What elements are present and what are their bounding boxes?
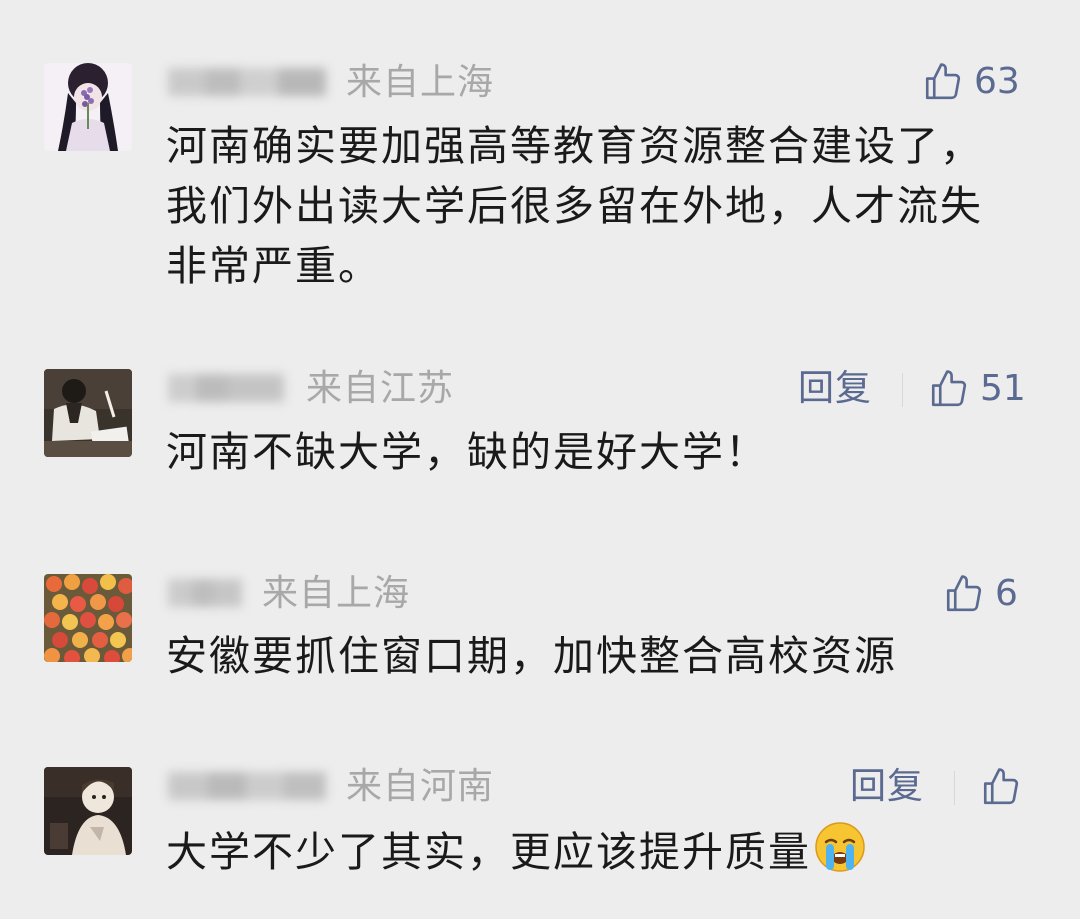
divider — [902, 373, 903, 407]
avatar[interactable] — [44, 369, 132, 457]
like-button[interactable] — [980, 765, 1022, 809]
username-blurred[interactable] — [168, 62, 328, 102]
comment-location: 来自上海 — [346, 62, 495, 103]
thumbs-up-icon — [931, 370, 967, 407]
thumbs-up-icon — [925, 63, 961, 100]
like-count: 6 — [995, 573, 1018, 614]
thumbs-up-icon — [946, 575, 982, 612]
like-count: 51 — [980, 368, 1026, 409]
reply-button[interactable]: 回复 — [850, 765, 924, 809]
comment-text: 河南确实要加强高等教育资源整合建设了，我们外出读大学后很多留在外地，人才流失非常… — [166, 122, 983, 290]
comment-location: 来自河南 — [346, 766, 495, 807]
like-button[interactable]: 51 — [928, 367, 1026, 411]
avatar-student-desk-icon — [44, 369, 132, 457]
comment-location: 来自江苏 — [306, 368, 455, 409]
username-blurred[interactable] — [168, 766, 328, 806]
crying-face-emoji-icon — [813, 820, 867, 890]
avatar[interactable] — [44, 767, 132, 855]
username-blurred[interactable] — [168, 368, 286, 408]
comment-location: 来自上海 — [262, 573, 411, 614]
comment-text: 大学不少了其实，更应该提升质量 — [166, 820, 1026, 890]
avatar[interactable] — [44, 574, 132, 662]
comment-text: 安徽要抓住窗口期，加快整合高校资源 — [166, 632, 897, 680]
like-button[interactable]: 6 — [943, 572, 1018, 616]
comment-text: 河南不缺大学，缺的是好大学！ — [166, 428, 768, 476]
divider — [954, 771, 955, 805]
avatar[interactable] — [44, 63, 132, 151]
avatar-girl-lavender-icon — [44, 63, 132, 151]
thumbs-up-icon — [983, 768, 1019, 805]
reply-button[interactable]: 回复 — [798, 367, 872, 411]
comment-text-body: 大学不少了其实，更应该提升质量 — [166, 828, 811, 876]
username-blurred[interactable] — [168, 573, 244, 613]
like-button[interactable]: 63 — [922, 60, 1020, 104]
avatar-flowers-icon — [44, 574, 132, 662]
avatar-illustrated-boy-icon — [44, 767, 132, 855]
like-count: 63 — [974, 61, 1020, 102]
